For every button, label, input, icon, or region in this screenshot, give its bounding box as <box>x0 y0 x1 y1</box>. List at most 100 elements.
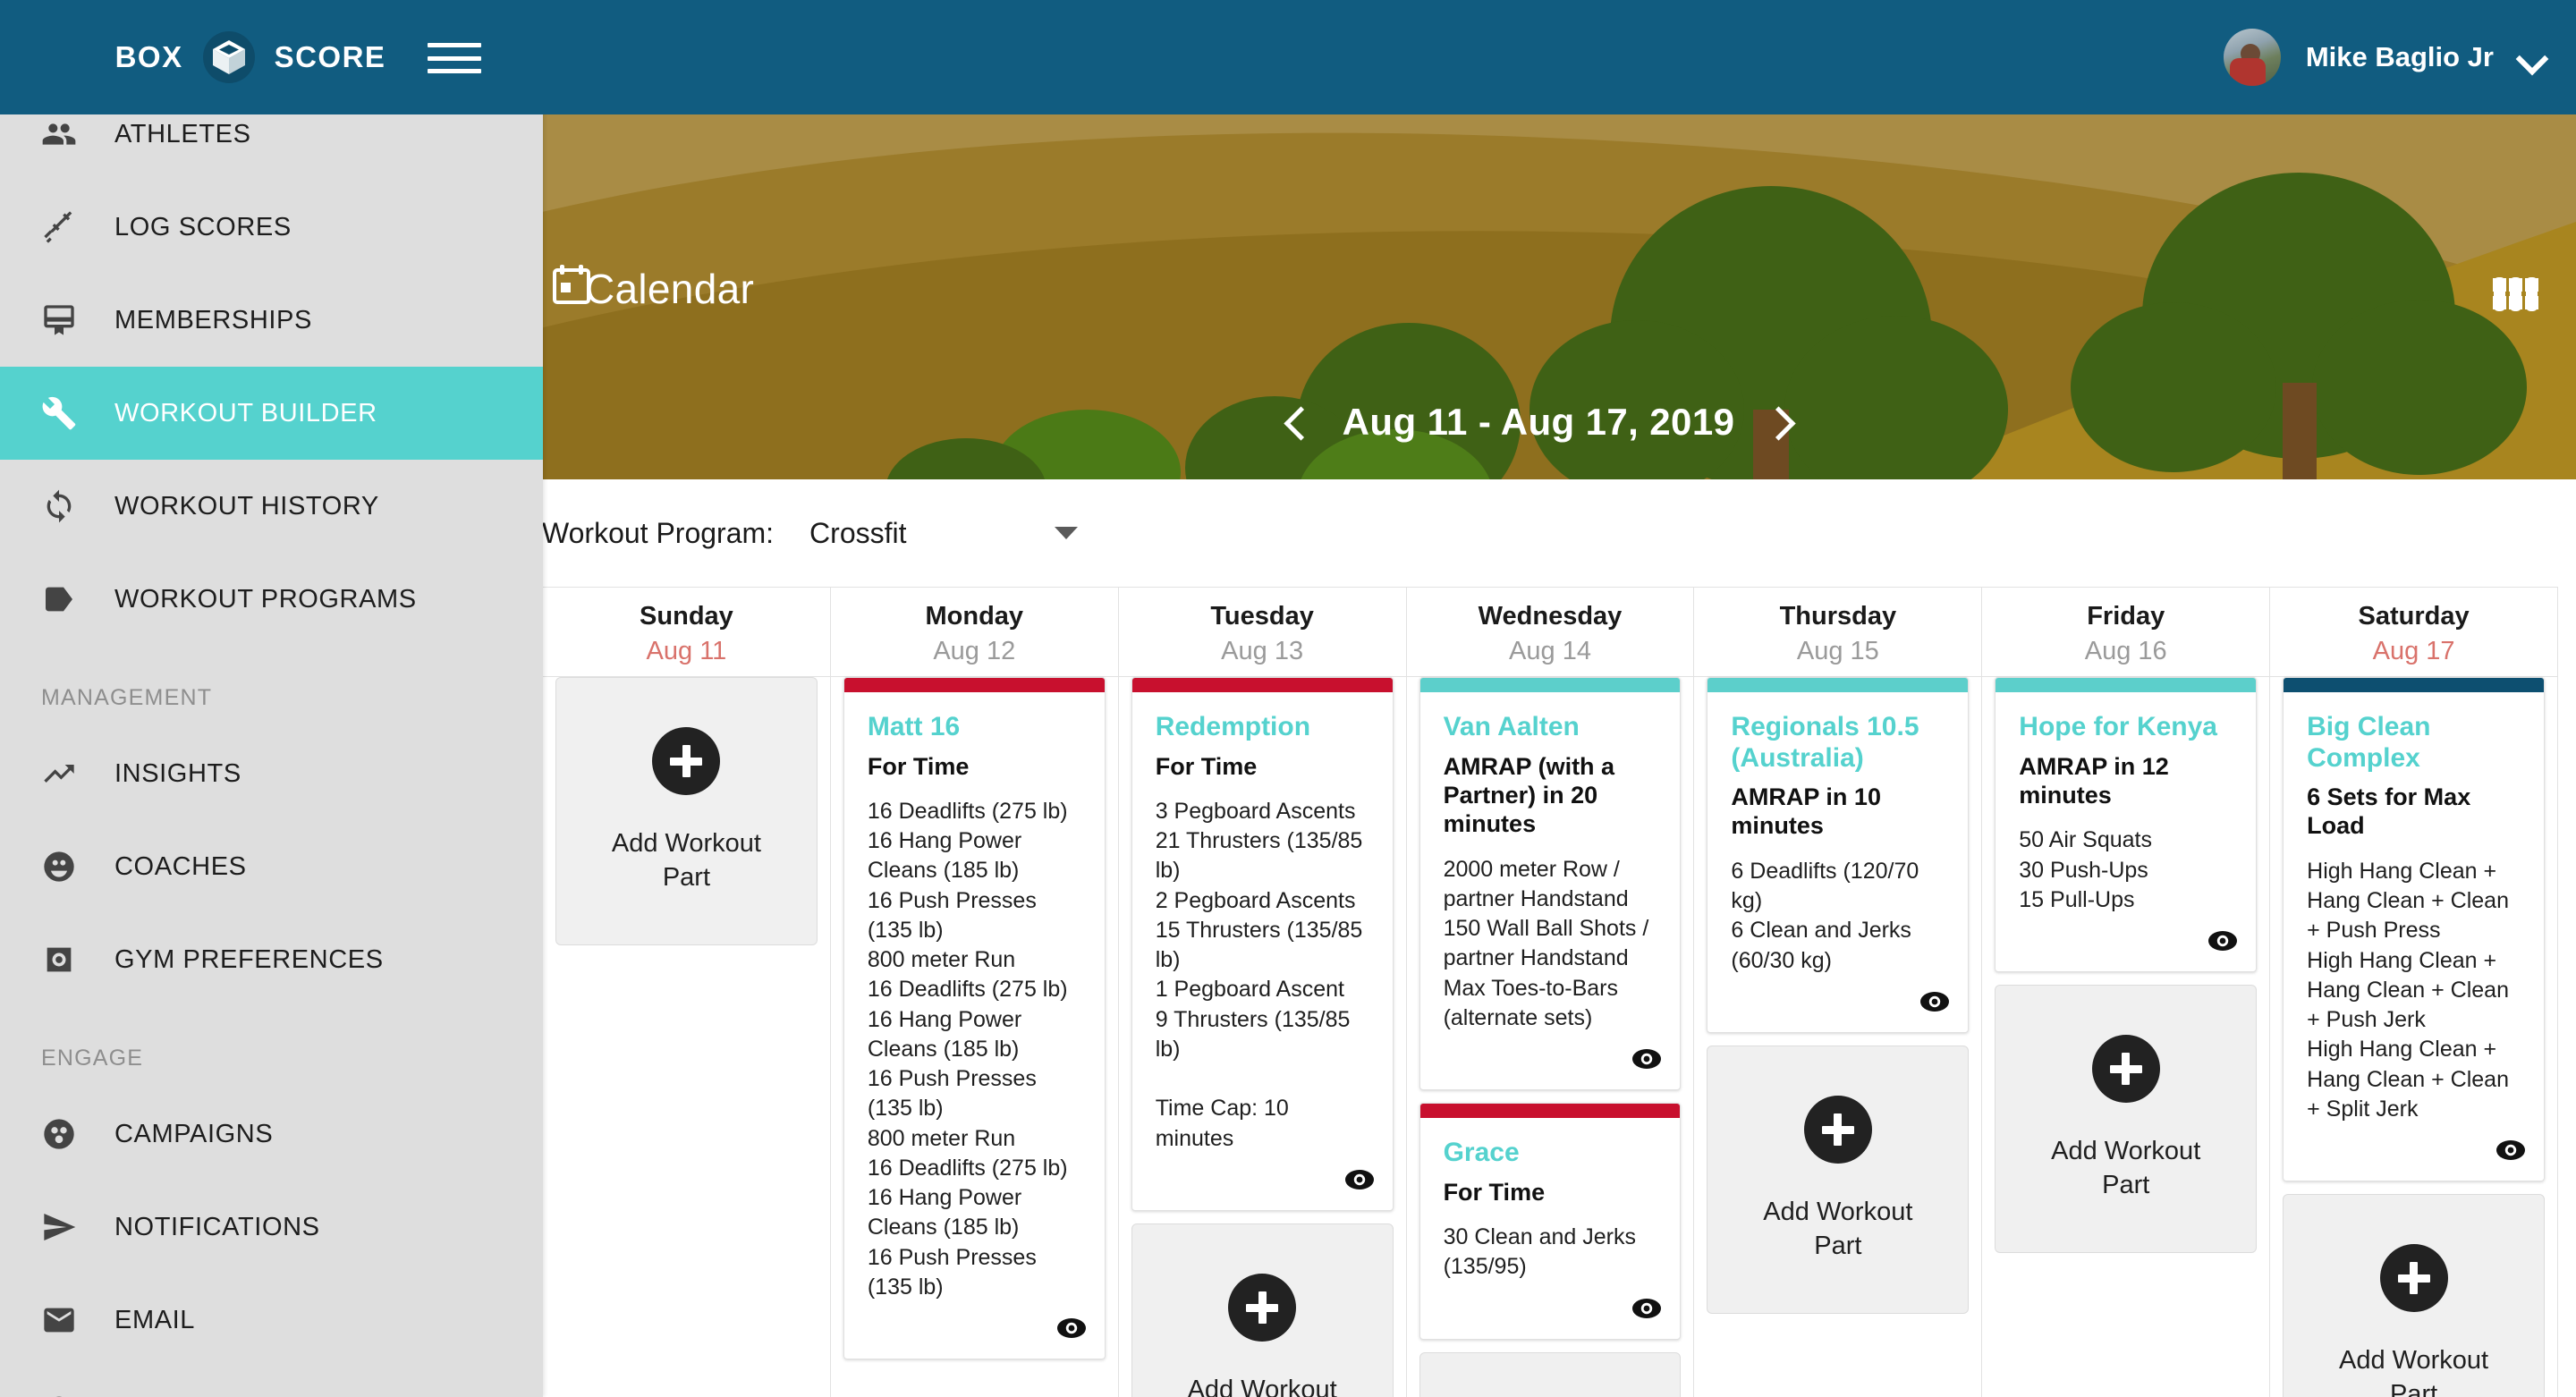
plus-icon <box>2379 1244 2448 1313</box>
calendar-day-name: Saturday <box>2358 602 2470 631</box>
chevron-down-icon[interactable] <box>2519 44 2546 71</box>
plus-icon <box>1803 1096 1872 1164</box>
calendar-day-date: Aug 13 <box>1221 637 1304 665</box>
calendar-day-date: Aug 17 <box>2372 637 2455 665</box>
trending-up-icon <box>39 754 79 793</box>
calendar-day-column: Van Aalten AMRAP (with a Partner) in 20 m… <box>1407 677 1695 1397</box>
sidebar-item-log-scores[interactable]: LOG SCORES <box>0 181 543 274</box>
card-membership-icon <box>39 301 79 340</box>
calendar-day-name: Wednesday <box>1478 602 1623 631</box>
eye-visibility-icon[interactable] <box>1919 990 1950 1018</box>
hamburger-menu-icon[interactable] <box>428 43 481 73</box>
workout-title: Hope for Kenya <box>2019 712 2217 741</box>
sidebar-item-email[interactable]: EMAIL <box>0 1274 543 1367</box>
eye-visibility-icon[interactable] <box>1631 1297 1662 1325</box>
workout-card[interactable]: Van Aalten AMRAP (with a Partner) in 20 m… <box>1419 677 1682 1091</box>
page-title: Calendar <box>553 265 754 313</box>
calendar-day-header: Tuesday Aug 13 <box>1118 588 1407 677</box>
add-workout-part-button[interactable]: Add Workout Part <box>2283 1194 2545 1397</box>
workout-description: 6 Deadlifts (120/70 kg) 6 Clean and Jerk… <box>1731 858 1919 973</box>
sidebar-item-workout-programs[interactable]: WORKOUT PROGRAMS <box>0 553 543 646</box>
workout-description: 50 Air Squats 30 Push-Ups 15 Pull-Ups <box>2019 827 2152 912</box>
calendar-day-date: Aug 14 <box>1509 637 1591 665</box>
workout-scheme: AMRAP (with a Partner) in 20 minutes <box>1443 752 1615 838</box>
eye-visibility-icon[interactable] <box>1344 1168 1375 1196</box>
workout-card[interactable]: Grace For Time 30 Clean and Jerks (135/95) <box>1419 1103 1682 1340</box>
add-workout-part-label: Add Workout Part <box>1763 1198 1913 1260</box>
sidebar-item-insights[interactable]: INSIGHTS <box>0 727 543 820</box>
sidebar-item-label: WORKOUT HISTORY <box>114 491 379 521</box>
eye-visibility-icon[interactable] <box>2207 929 2238 957</box>
chevron-left-icon[interactable] <box>1284 402 1310 442</box>
workout-card[interactable]: Big Clean Complex 6 Sets for Max Load High… <box>2283 677 2545 1182</box>
workout-card-color-bar <box>1419 678 1681 692</box>
sidebar-item-campaigns[interactable]: CAMPAIGNS <box>0 1088 543 1181</box>
workout-card[interactable]: Matt 16 For Time 16 Deadlifts (275 lb) 16 … <box>843 677 1106 1360</box>
main-content: Calendar Aug 11 - Aug 17, 2019 Workout P… <box>501 114 2576 1397</box>
calendar-day-column: Regionals 10.5 (Australia) AMRAP in 10 mi… <box>1694 677 1983 1397</box>
workout-card-footer <box>1707 986 1968 1032</box>
workout-program-row: Workout Program: Crossfit <box>501 479 2576 587</box>
user-menu[interactable]: Mike Baglio Jr <box>2223 0 2546 114</box>
sidebar-item-label: GYM PREFERENCES <box>114 944 384 974</box>
sidebar-item-workout-history[interactable]: WORKOUT HISTORY <box>0 460 543 553</box>
sync-icon <box>39 487 79 526</box>
calendar-day-name: Thursday <box>1779 602 1897 631</box>
workout-card-footer <box>1420 1293 1681 1339</box>
workout-title: Van Aalten <box>1443 712 1580 741</box>
workout-scheme: AMRAP in 10 minutes <box>1731 783 1881 840</box>
sidebar: ATHLETES LOG SCORES MEMBERSHIPS WORKOUT BUI… <box>0 88 543 1397</box>
workout-card[interactable]: Hope for Kenya AMRAP in 12 minutes 50 Air … <box>1995 677 2258 973</box>
workout-title: Big Clean Complex <box>2307 712 2431 773</box>
workout-card-body: Grace For Time 30 Clean and Jerks (135/95) <box>1420 1118 1681 1292</box>
week-range-label: Aug 11 - Aug 17, 2019 <box>1342 401 1735 443</box>
wrench-icon <box>39 394 79 433</box>
workout-program-label: Workout Program: <box>542 516 775 549</box>
page-title-text: Calendar <box>585 266 755 312</box>
calendar-week-grid: Add Workout Part Matt 16 For Time 16 Deadli… <box>542 677 2558 1397</box>
sidebar-item-notifications[interactable]: NOTIFICATIONS <box>0 1181 543 1274</box>
add-workout-part-button[interactable]: Add Workout Part <box>1419 1351 1682 1397</box>
workout-card-footer <box>1996 926 2256 971</box>
workout-program-select[interactable]: Crossfit <box>809 517 1079 550</box>
tag-icon <box>39 580 79 619</box>
top-bar: BOX SCORE Mike Baglio Jr <box>0 0 2576 114</box>
workout-card-body: Hope for Kenya AMRAP in 12 minutes 50 Air … <box>1996 692 2256 926</box>
workout-card-color-bar <box>1996 678 2257 692</box>
calendar-day-column: Matt 16 For Time 16 Deadlifts (275 lb) 16 … <box>831 677 1119 1397</box>
envelope-icon <box>39 1300 79 1340</box>
send-icon <box>39 1207 79 1247</box>
add-workout-part-button[interactable]: Add Workout Part <box>555 677 818 945</box>
cube-logo-icon <box>202 31 255 83</box>
workout-card-footer <box>2284 1135 2544 1181</box>
sidebar-item-coaches[interactable]: COACHES <box>0 820 543 913</box>
workout-card-footer <box>844 1313 1105 1359</box>
sidebar-item-workout-builder[interactable]: WORKOUT BUILDER <box>0 367 543 460</box>
workout-scheme: For Time <box>1155 752 1258 780</box>
workout-card-body: Van Aalten AMRAP (with a Partner) in 20 m… <box>1420 692 1681 1044</box>
calendar-day-column: Add Workout Part <box>543 677 831 1397</box>
bubble-chart-icon <box>39 1114 79 1154</box>
workout-card[interactable]: Redemption For Time 3 Pegboard Ascents 21 … <box>1131 677 1394 1211</box>
add-workout-part-button[interactable]: Add Workout Part <box>1707 1045 1970 1314</box>
sidebar-item-gym-preferences[interactable]: GYM PREFERENCES <box>0 913 543 1006</box>
add-workout-part-button[interactable]: Add Workout Part <box>1995 985 2258 1254</box>
sidebar-item-label: INSIGHTS <box>114 758 242 788</box>
calendar-day-header: Thursday Aug 15 <box>1694 588 1983 677</box>
eye-visibility-icon[interactable] <box>1631 1047 1662 1075</box>
push-notify-icon <box>39 1393 79 1397</box>
eye-visibility-icon[interactable] <box>2496 1139 2526 1166</box>
workout-card-body: Big Clean Complex 6 Sets for Max Load High… <box>2284 692 2544 1135</box>
workout-card-color-bar <box>1131 678 1393 692</box>
sidebar-item-memberships[interactable]: MEMBERSHIPS <box>0 274 543 367</box>
workout-card-color-bar <box>1707 678 1969 692</box>
sidebar-item-label: EMAIL <box>114 1305 196 1334</box>
chevron-right-icon[interactable] <box>1767 402 1793 442</box>
sidebar-item-push-notify[interactable]: PUSH NOTIFY <box>0 1367 543 1397</box>
workout-description: 16 Deadlifts (275 lb) 16 Hang Power Clea… <box>867 798 1068 1300</box>
workout-card-color-bar <box>843 678 1105 692</box>
add-workout-part-button[interactable]: Add Workout Part <box>1131 1223 1394 1397</box>
eye-visibility-icon[interactable] <box>1056 1317 1087 1344</box>
workout-card[interactable]: Regionals 10.5 (Australia) AMRAP in 10 mi… <box>1707 677 1970 1033</box>
brand-logo[interactable]: BOX SCORE <box>0 0 501 114</box>
